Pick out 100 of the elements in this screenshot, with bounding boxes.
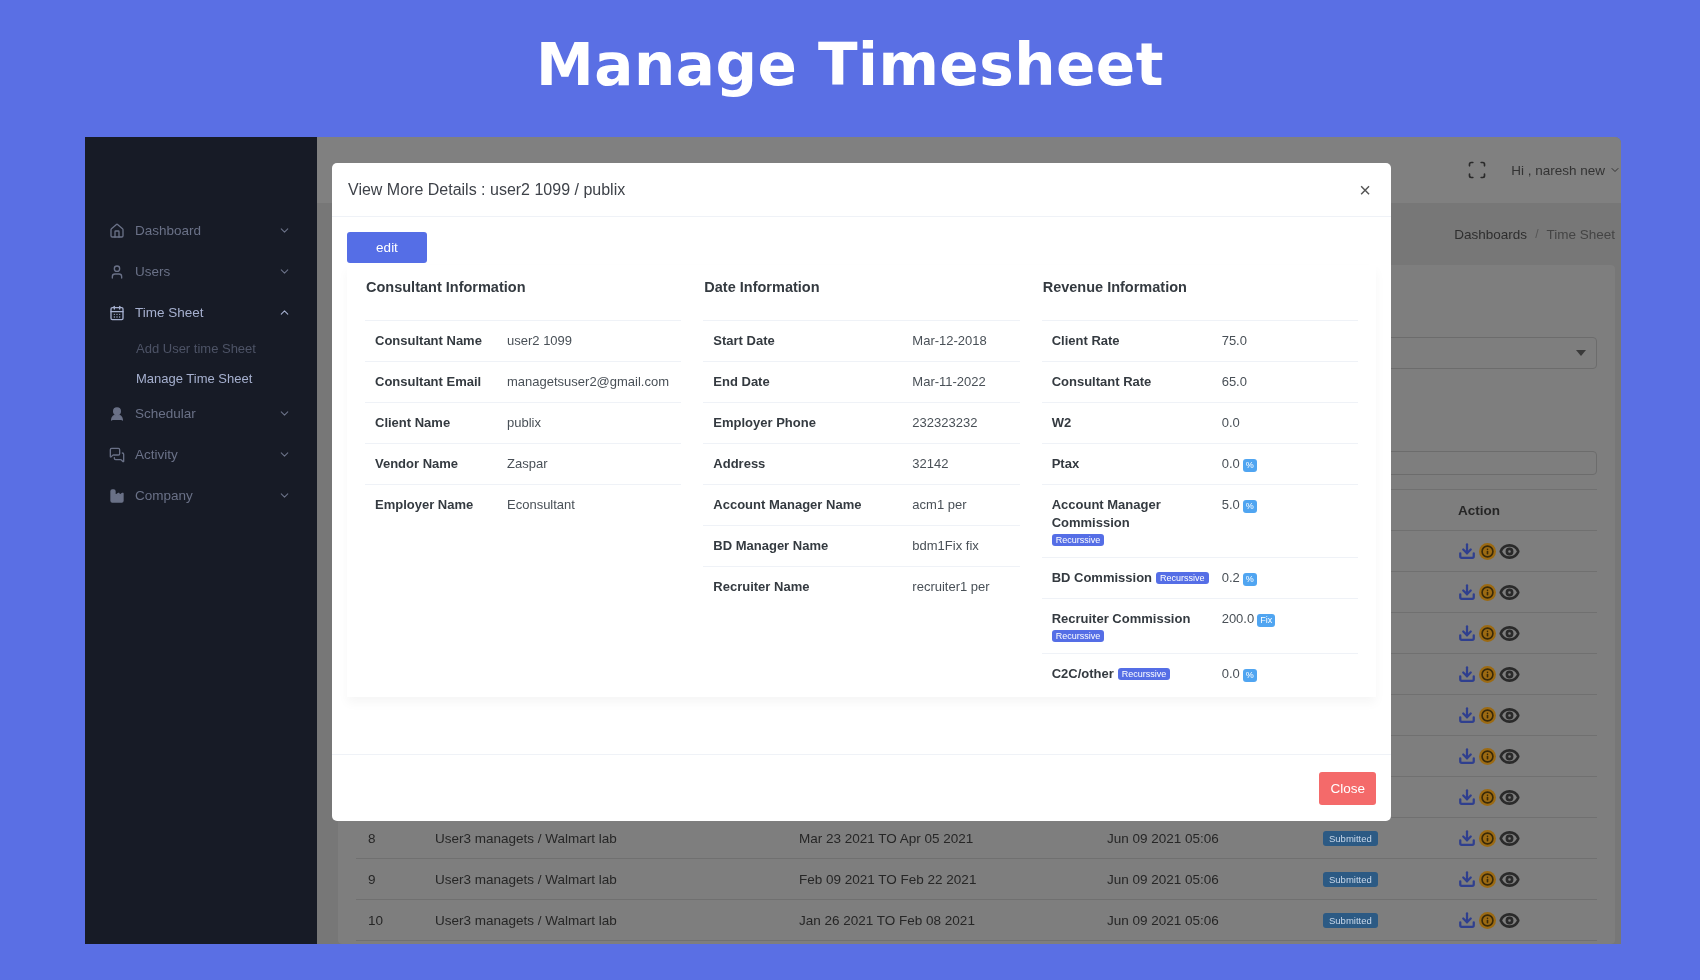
recurring-badge: Recurssive (1051, 630, 1105, 642)
field-value: 65.0 (1221, 373, 1247, 391)
field-value: 0.0 (1221, 665, 1240, 683)
field-label: Consultant Rate (1051, 373, 1152, 391)
field-label: Client Name (375, 414, 451, 432)
unit-badge: % (1242, 573, 1257, 586)
recurring-badge: Recurssive (1117, 668, 1171, 680)
table-cell-text: Jun 09 2021 05:06 (1106, 830, 1220, 846)
user-icon (109, 263, 125, 280)
close-button[interactable]: Close (1319, 771, 1376, 805)
info-icon[interactable] (1479, 706, 1496, 724)
field-value: 0.0 (1221, 455, 1240, 473)
field-value: 75.0 (1221, 332, 1247, 350)
breadcrumb-separator: / (1535, 227, 1539, 241)
download-icon[interactable] (1458, 911, 1476, 929)
status-badge: Submitted (1323, 912, 1378, 928)
unit-badge: Fix (1257, 614, 1276, 627)
table-cell-text: 9 (367, 871, 377, 887)
status-badge: Submitted (1323, 871, 1378, 887)
download-icon[interactable] (1458, 542, 1476, 560)
field-value: acm1 per (912, 496, 967, 514)
info-icon[interactable] (1479, 542, 1496, 560)
info-icon[interactable] (1479, 829, 1496, 847)
field-label: Employer Phone (713, 414, 816, 432)
field-label: Address (713, 455, 766, 473)
section-title: Date Information (703, 278, 821, 297)
field-label: Consultant Name (375, 332, 482, 350)
field-label: Account Manager Commission (1051, 496, 1162, 532)
unit-badge: % (1242, 500, 1257, 513)
home-icon (109, 222, 125, 239)
field-value: recruiter1 per (912, 578, 990, 596)
field-label: C2C/other (1051, 665, 1114, 683)
fullscreen-icon[interactable] (1467, 160, 1488, 180)
column-header: Action (1457, 502, 1501, 518)
breadcrumb-link[interactable]: Dashboards (1454, 226, 1528, 242)
sidebar-item[interactable]: Schedular (85, 393, 317, 434)
field-value: managetsuser2@gmail.com (507, 373, 670, 391)
section-title: Consultant Information (365, 278, 527, 297)
field-value: Zaspar (507, 455, 548, 473)
field-value: 232323232 (912, 414, 978, 432)
edit-button[interactable]: edit (347, 232, 427, 263)
sidebar-item[interactable]: Time Sheet (85, 292, 317, 333)
sidebar-item[interactable]: Activity (85, 434, 317, 475)
table-cell-text: Jan 26 2021 TO Feb 08 2021 (798, 912, 976, 928)
field-value: 5.0 (1221, 496, 1240, 514)
field-value: Mar-11-2022 (912, 373, 986, 391)
modal-title: View More Details : user2 1099 / publix (348, 180, 626, 199)
field-label: Recruiter Commission (1051, 610, 1191, 628)
field-value: 32142 (912, 455, 949, 473)
field-value: 0.2 (1221, 569, 1240, 587)
table-cell-text: Jun 09 2021 05:06 (1106, 871, 1220, 887)
field-value: Econsultant (507, 496, 575, 514)
table-cell-text: User3 managets / Walmart lab (434, 871, 618, 887)
download-icon[interactable] (1458, 788, 1476, 806)
table-cell-text: Feb 09 2021 TO Feb 22 2021 (798, 871, 978, 887)
field-value: 0.0 (1221, 414, 1240, 432)
download-icon[interactable] (1458, 624, 1476, 642)
field-label: BD Commission (1051, 569, 1153, 587)
download-icon[interactable] (1458, 870, 1476, 888)
download-icon[interactable] (1458, 665, 1476, 683)
sidebar-subitem[interactable]: Manage Time Sheet (85, 363, 317, 393)
sidebar-subitem[interactable]: Add User time Sheet (85, 333, 317, 363)
field-label: Start Date (713, 332, 775, 350)
field-value: Mar-12-2018 (912, 332, 987, 350)
field-label: Consultant Email (375, 373, 482, 391)
caret-icon (1576, 350, 1586, 356)
status-badge: Submitted (1323, 830, 1378, 846)
unit-badge: % (1242, 459, 1257, 472)
chat-icon (109, 446, 125, 463)
download-icon[interactable] (1458, 583, 1476, 601)
factory-icon (109, 487, 125, 504)
table-cell-text: User3 managets / Walmart lab (434, 830, 618, 846)
table-cell-text: User3 managets / Walmart lab (434, 912, 618, 928)
field-label: Vendor Name (375, 455, 459, 473)
calendar-icon (109, 304, 125, 321)
field-value: user2 1099 (507, 332, 573, 350)
section-title: Revenue Information (1041, 278, 1188, 297)
field-label: Ptax (1051, 455, 1080, 473)
field-label: Account Manager Name (713, 496, 862, 514)
sidebar-item[interactable]: Company (85, 475, 317, 516)
info-icon[interactable] (1479, 870, 1496, 888)
download-icon[interactable] (1458, 747, 1476, 765)
download-icon[interactable] (1458, 706, 1476, 724)
page-title: Manage Timesheet (536, 30, 1164, 101)
info-icon[interactable] (1479, 911, 1496, 929)
field-label: BD Manager Name (713, 537, 829, 555)
download-icon[interactable] (1458, 829, 1476, 847)
info-icon[interactable] (1479, 583, 1496, 601)
recurring-badge: Recurssive (1156, 572, 1209, 584)
field-value: publix (507, 414, 541, 432)
info-icon[interactable] (1479, 665, 1496, 683)
field-label: Client Rate (1051, 332, 1120, 350)
table-cell-text: 10 (367, 912, 385, 928)
info-icon[interactable] (1479, 788, 1496, 806)
field-value: 200.0 (1221, 610, 1255, 628)
info-icon[interactable] (1479, 624, 1496, 642)
info-icon[interactable] (1479, 747, 1496, 765)
sidebar-item[interactable]: Users (85, 251, 317, 292)
sidebar-item[interactable]: Dashboard (85, 210, 317, 251)
user-menu[interactable]: Hi , naresh new (1511, 162, 1621, 178)
